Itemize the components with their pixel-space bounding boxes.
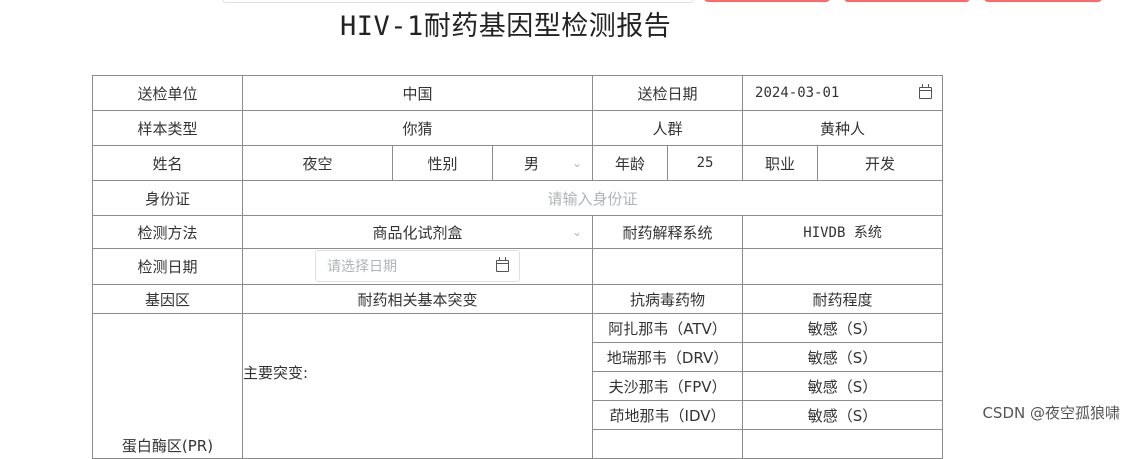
test-date-picker[interactable]: 请选择日期 bbox=[315, 250, 520, 282]
row-test-date: 检测日期 请选择日期 bbox=[92, 248, 944, 285]
gender-value: 男 bbox=[524, 154, 540, 173]
population-input[interactable]: 黄种人 bbox=[742, 110, 944, 146]
row-id: 身份证 请输入身份证 bbox=[92, 180, 944, 216]
label-send-date: 送检日期 bbox=[592, 75, 744, 111]
unit-input[interactable]: 中国 bbox=[241, 75, 594, 111]
page-title: HIV-1耐药基因型检测报告 bbox=[340, 11, 672, 42]
label-unit: 送检单位 bbox=[92, 75, 243, 111]
label-occupation: 职业 bbox=[742, 145, 819, 181]
send-date-picker[interactable]: 2024-03-01 bbox=[742, 75, 944, 111]
drug-name: 阿扎那韦（ATV） bbox=[592, 313, 744, 343]
occupation-input[interactable]: 开发 bbox=[817, 145, 944, 181]
drug-name: 夫沙那韦（FPV） bbox=[592, 371, 744, 401]
top-input[interactable] bbox=[222, 0, 694, 3]
label-age: 年龄 bbox=[592, 145, 669, 181]
drug-name: 地瑞那韦（DRV） bbox=[592, 342, 744, 372]
gender-select[interactable]: 男 ⌄ bbox=[491, 145, 594, 181]
region-pr-label: 蛋白酶区(PR) bbox=[121, 437, 214, 455]
label-mutations: 耐药相关基本突变 bbox=[241, 284, 594, 314]
top-button-3[interactable] bbox=[984, 0, 1102, 2]
chevron-down-icon: ⌄ bbox=[571, 156, 583, 170]
mutation-cell[interactable]: 主要突变: bbox=[241, 313, 594, 459]
drug-level: 敏感（S） bbox=[742, 342, 944, 372]
top-button-1[interactable] bbox=[704, 0, 830, 2]
label-population: 人群 bbox=[592, 110, 744, 146]
name-input[interactable]: 夜空 bbox=[242, 145, 393, 181]
test-date-placeholder: 请选择日期 bbox=[327, 259, 397, 275]
label-interp-system: 耐药解释系统 bbox=[592, 215, 744, 249]
test-date-cell: 请选择日期 bbox=[241, 248, 594, 285]
label-gender: 性别 bbox=[392, 145, 493, 181]
send-date-value: 2024-03-01 bbox=[755, 85, 840, 101]
interp-system-value: HIVDB 系统 bbox=[742, 215, 944, 249]
id-card-placeholder: 请输入身份证 bbox=[547, 189, 638, 208]
calendar-icon[interactable] bbox=[919, 84, 933, 99]
region-cell: 蛋白酶区(PR) bbox=[92, 313, 243, 459]
empty-cell-1 bbox=[592, 248, 744, 285]
method-value: 商品化试剂盒 bbox=[372, 223, 463, 242]
method-select[interactable]: 商品化试剂盒 ⌄ bbox=[241, 215, 594, 249]
label-level: 耐药程度 bbox=[742, 284, 944, 314]
chevron-down-icon: ⌄ bbox=[571, 225, 583, 239]
empty-cell-2 bbox=[742, 248, 944, 285]
age-input[interactable]: 25 bbox=[667, 145, 744, 181]
watermark: CSDN @夜空孤狼啸 bbox=[980, 401, 1122, 424]
label-drug: 抗病毒药物 bbox=[592, 284, 744, 314]
calendar-icon[interactable] bbox=[496, 257, 509, 272]
label-gene-region: 基因区 bbox=[92, 284, 243, 314]
label-test-date: 检测日期 bbox=[92, 248, 243, 285]
drug-level: 敏感（S） bbox=[742, 313, 944, 343]
drug-level: 敏感（S） bbox=[742, 371, 944, 401]
row-sample: 样本类型 你猜 人群 黄种人 bbox=[92, 110, 944, 146]
major-mutation-label: 主要突变: bbox=[243, 364, 309, 382]
drug-name-empty bbox=[592, 429, 744, 459]
id-card-input[interactable]: 请输入身份证 bbox=[241, 180, 944, 216]
label-sample-type: 样本类型 bbox=[92, 110, 243, 146]
label-method: 检测方法 bbox=[92, 215, 243, 249]
row-person: 姓名 夜空 性别 男 ⌄ 年龄 25 职业 开发 bbox=[92, 145, 944, 181]
drug-level: 敏感（S） bbox=[742, 400, 944, 430]
top-button-2[interactable] bbox=[844, 0, 970, 2]
report-table: 送检单位 中国 送检日期 2024-03-01 样本类型 你猜 人群 黄种人 姓… bbox=[92, 75, 944, 459]
label-id-card: 身份证 bbox=[92, 180, 243, 216]
row-unit: 送检单位 中国 送检日期 2024-03-01 bbox=[92, 75, 944, 111]
sample-type-input[interactable]: 你猜 bbox=[241, 110, 594, 146]
drug-name: 茚地那韦（IDV） bbox=[592, 400, 744, 430]
row-header: 基因区 耐药相关基本突变 抗病毒药物 耐药程度 bbox=[92, 284, 944, 314]
drug-row: 蛋白酶区(PR) 主要突变: 阿扎那韦（ATV） 敏感（S） bbox=[92, 313, 944, 459]
label-name: 姓名 bbox=[92, 145, 243, 181]
row-method: 检测方法 商品化试剂盒 ⌄ 耐药解释系统 HIVDB 系统 bbox=[92, 215, 944, 249]
drug-level-empty bbox=[742, 429, 944, 459]
